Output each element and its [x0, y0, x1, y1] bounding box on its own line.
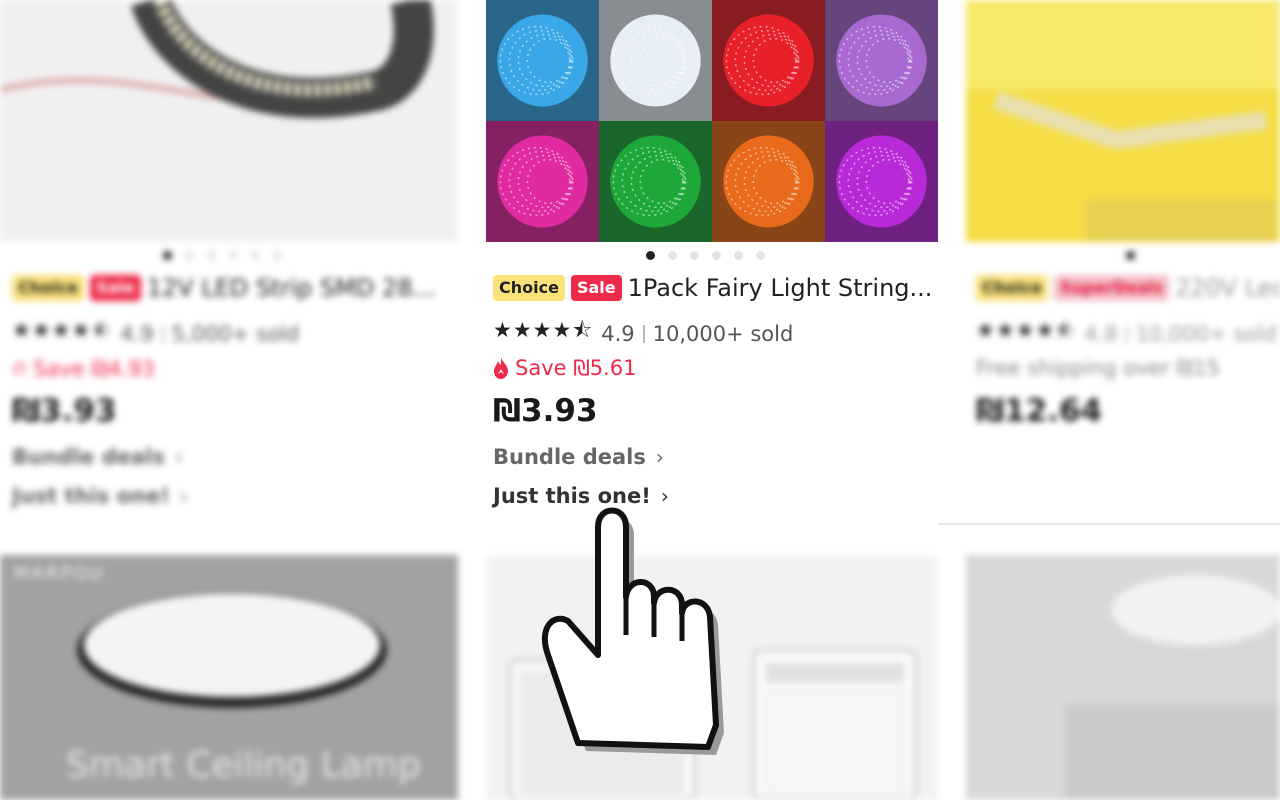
carousel-dots-2[interactable]	[646, 251, 765, 260]
fairy-lights-image	[486, 0, 938, 242]
flame-icon	[494, 357, 508, 379]
fairy-light-tile	[825, 0, 938, 121]
save-label-1: 🔥︎ Save ₪4.93	[12, 356, 155, 381]
card-5-frame-edge	[938, 523, 1280, 525]
just-this-one-label: Just this one!	[12, 484, 170, 508]
flame-icon: 🔥︎	[12, 356, 28, 380]
bundle-deals-link-2[interactable]: Bundle deals ›	[493, 445, 664, 469]
sale-badge: Sale	[570, 275, 622, 301]
ceiling-room-image	[966, 555, 1280, 800]
divider	[161, 324, 164, 343]
hand-pointer-icon	[541, 507, 724, 755]
fairy-light-tile	[486, 121, 599, 242]
title-row-3: Choice SuperDeals 220V Led Strip	[976, 274, 1280, 302]
bundle-deals-label: Bundle deals	[12, 445, 165, 469]
save-amount: Save ₪5.61	[515, 356, 637, 380]
fairy-light-tile	[825, 121, 938, 242]
carousel-dot[interactable]	[273, 251, 282, 260]
carousel-dots-1[interactable]	[163, 251, 282, 260]
sold-count: 10,000+ sold	[1135, 321, 1277, 346]
sold-count: 5,000+ sold	[171, 321, 299, 346]
product-title[interactable]: 1Pack Fairy Light String...	[628, 274, 933, 302]
carousel-dot[interactable]	[185, 251, 194, 260]
bundle-deals-link-1[interactable]: Bundle deals ›	[12, 445, 183, 469]
star-rating-icon: ★★★★⯪	[12, 318, 113, 342]
save-label-2: Save ₪5.61	[493, 356, 636, 380]
product-card-2[interactable]: Choice Sale 1Pack Fairy Light String... …	[486, 0, 938, 530]
divider	[1125, 324, 1128, 343]
sold-count: 10,000+ sold	[652, 321, 794, 346]
rating-row-2: ★★★★⯪ 4.9 10,000+ sold	[493, 316, 793, 351]
chevron-right-icon: ›	[655, 445, 664, 469]
carousel-dot[interactable]	[668, 251, 677, 260]
product-card-4[interactable]: MARPOU Smart Ceiling Lamp	[0, 555, 458, 800]
superdeals-badge: SuperDeals	[1053, 275, 1169, 301]
chevron-right-icon: ›	[174, 445, 183, 469]
carousel-dot[interactable]	[207, 251, 216, 260]
bundle-deals-label: Bundle deals	[493, 445, 646, 469]
product-title[interactable]: 12V LED Strip SMD 28...	[147, 274, 436, 302]
choice-badge: Choice	[12, 275, 84, 301]
rating-value: 4.8	[1084, 321, 1118, 346]
fairy-light-tile	[486, 0, 599, 121]
hand-pointer-cursor	[520, 505, 730, 765]
chevron-right-icon: ›	[179, 484, 188, 508]
product-image-3[interactable]	[966, 0, 1280, 242]
star-rating-icon: ★★★★⯪	[976, 318, 1077, 342]
choice-badge: Choice	[976, 275, 1048, 301]
price-1: ₪3.93	[12, 393, 117, 429]
product-card-1[interactable]: Choice Sale 12V LED Strip SMD 28... ★★★★…	[0, 0, 460, 530]
divider	[642, 324, 645, 343]
product-title[interactable]: 220V Led Strip	[1175, 274, 1280, 302]
led-strip-yellow-image	[966, 0, 1280, 242]
fairy-light-tile	[599, 0, 712, 121]
just-this-one-link-1[interactable]: Just this one! ›	[12, 484, 188, 508]
product-card-3[interactable]: Choice SuperDeals 220V Led Strip ★★★★⯪ 4…	[966, 0, 1280, 530]
carousel-dot[interactable]	[163, 251, 172, 260]
price-3: ₪12.64	[976, 393, 1103, 429]
rating-value: 4.9	[120, 321, 154, 346]
carousel-dot[interactable]	[756, 251, 765, 260]
rating-row-1: ★★★★⯪ 4.9 5,000+ sold	[12, 316, 299, 351]
carousel-dot[interactable]	[646, 251, 655, 260]
fairy-light-tile	[599, 121, 712, 242]
sale-badge: Sale	[89, 275, 141, 301]
title-row-1: Choice Sale 12V LED Strip SMD 28...	[12, 274, 452, 302]
led-strip-image	[0, 0, 458, 242]
star-rating-icon: ★★★★⯪	[493, 318, 594, 342]
save-amount: Save ₪4.93	[33, 356, 155, 381]
carousel-dot[interactable]	[734, 251, 743, 260]
title-row-2: Choice Sale 1Pack Fairy Light String...	[493, 274, 938, 302]
carousel-dot[interactable]	[251, 251, 260, 260]
carousel-dot[interactable]	[712, 251, 721, 260]
fairy-light-tile	[712, 0, 825, 121]
carousel-dot[interactable]	[690, 251, 699, 260]
choice-badge: Choice	[493, 275, 565, 301]
rating-value: 4.9	[601, 321, 635, 346]
carousel-dot[interactable]	[229, 251, 238, 260]
price-2: ₪3.93	[493, 393, 598, 429]
free-shipping-label: Free shipping over ₪15	[976, 356, 1220, 380]
fairy-light-tile	[712, 121, 825, 242]
lamp-caption: Smart Ceiling Lamp	[66, 745, 421, 786]
product-card-6[interactable]	[966, 555, 1280, 800]
carousel-dot[interactable]	[1126, 251, 1135, 260]
product-image-2[interactable]	[486, 0, 938, 242]
rating-row-3: ★★★★⯪ 4.8 10,000+ sold	[976, 316, 1276, 351]
carousel-dots-3[interactable]	[1126, 251, 1135, 260]
brand-label: MARPOU	[14, 563, 105, 584]
product-image-1[interactable]	[0, 0, 458, 242]
